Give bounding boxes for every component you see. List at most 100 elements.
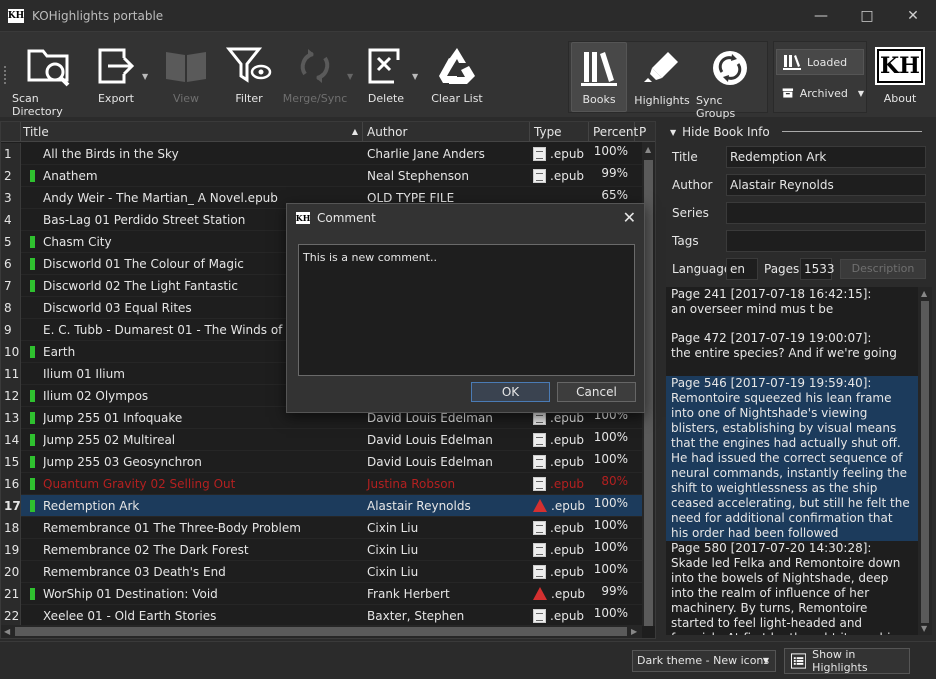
archive-icon — [782, 88, 794, 98]
book-percent-cell: 100% — [593, 429, 628, 444]
book-percent-cell: 100% — [593, 561, 628, 576]
highlights-view-button[interactable]: Highlights — [634, 42, 690, 107]
toolbar-grip-icon[interactable] — [4, 66, 8, 84]
table-row[interactable]: 17 Redemption Ark Alastair Reynolds .epub 10… — [1, 494, 642, 517]
table-row[interactable]: 20 Remembrance 03 Death's End Cixin Liu .ep… — [1, 560, 642, 583]
highlight-text: Remontoire squeezed his lean frame into … — [671, 391, 910, 540]
series-field[interactable] — [726, 202, 926, 224]
row-number: 1 — [1, 142, 21, 165]
pages-field[interactable]: 1533 — [800, 258, 835, 280]
table-row[interactable]: 14 Jump 255 02 Multireal David Louis Edelm… — [1, 428, 642, 451]
bookmark-icon — [29, 235, 35, 248]
author-column-header[interactable]: Author — [363, 122, 530, 142]
info-header-divider — [782, 131, 922, 132]
window-title: KOHighlights portable — [32, 8, 164, 23]
book-title-cell: Jump 255 03 Geosynchron — [43, 454, 202, 469]
row-number: 8 — [1, 296, 21, 319]
sort-ascending-icon: ▲ — [351, 127, 358, 136]
table-row[interactable]: 2 Anathem Neal Stephenson .epub 99% — [1, 164, 642, 187]
language-field[interactable]: en — [726, 258, 758, 280]
highlighter-icon — [644, 52, 678, 82]
highlight-marker — [21, 587, 43, 600]
panel-splitter[interactable] — [660, 121, 662, 639]
row-number: 12 — [1, 384, 21, 407]
merge-sync-button[interactable]: Merge/Sync — [283, 40, 347, 105]
archived-button[interactable]: Archived ▼ — [776, 80, 864, 106]
highlight-marker — [21, 257, 43, 270]
highlight-marker — [21, 455, 43, 468]
table-row[interactable]: 15 Jump 255 03 Geosynchron David Louis Ede… — [1, 450, 642, 473]
highlights-list: Page 241 [2017-07-18 16:42:15]: an overse… — [666, 287, 918, 635]
bookmark-icon — [29, 477, 35, 490]
clear-list-button[interactable]: Clear List — [430, 40, 484, 105]
minimize-button[interactable]: — — [798, 0, 844, 31]
maximize-button[interactable]: □ — [844, 0, 890, 31]
delete-dropdown-icon[interactable]: ▼ — [412, 72, 418, 81]
theme-select[interactable]: Dark theme - New icons ▼ — [632, 650, 776, 672]
warning-icon — [533, 587, 547, 600]
row-number: 20 — [1, 560, 21, 583]
tags-field[interactable] — [726, 230, 926, 252]
book-type-cell: .epub — [529, 454, 588, 469]
table-vertical-scroll-thumb[interactable] — [644, 160, 653, 626]
row-number: 14 — [1, 428, 21, 451]
merge-dropdown-icon[interactable]: ▼ — [347, 72, 353, 81]
percent-column-header[interactable]: Percent — [589, 122, 638, 142]
export-dropdown-icon[interactable]: ▼ — [142, 72, 148, 81]
sync-groups-button[interactable]: Sync Groups — [696, 42, 764, 120]
table-row[interactable]: 22 Xeelee 01 - Old Earth Stories Baxter, S… — [1, 604, 642, 627]
table-row[interactable]: 18 Remembrance 01 The Three-Body Problem C… — [1, 516, 642, 539]
table-row[interactable]: 16 Quantum Gravity 02 Selling Out Justina … — [1, 472, 642, 495]
dialog-close-icon[interactable]: ✕ — [623, 208, 636, 227]
table-row[interactable]: 19 Remembrance 02 The Dark Forest Cixin Li… — [1, 538, 642, 561]
row-number: 22 — [1, 604, 21, 627]
book-author-cell: David Louis Edelman — [367, 454, 493, 469]
table-horizontal-scroll-thumb[interactable] — [15, 627, 627, 636]
cancel-button[interactable]: Cancel — [557, 382, 636, 402]
comment-textarea[interactable]: This is a new comment.. — [298, 244, 635, 376]
book-percent-cell: 99% — [601, 583, 628, 598]
author-field[interactable]: Alastair Reynolds — [726, 174, 926, 196]
list-icon — [791, 653, 807, 669]
book-info-panel: ▼ Hide Book Info Title Redemption Ark Au… — [664, 121, 934, 287]
archived-dropdown-icon[interactable]: ▼ — [858, 89, 864, 98]
highlight-item[interactable]: Page 546 [2017-07-19 19:59:40]: Remontoir… — [666, 376, 918, 541]
author-label: Author — [672, 178, 713, 192]
folder-search-icon — [27, 49, 70, 87]
highlight-item[interactable]: Page 580 [2017-07-20 14:30:28]: Skade led… — [666, 541, 918, 635]
extra-column-header[interactable]: P — [635, 122, 655, 142]
book-type-cell: .epub — [529, 476, 588, 491]
highlights-scroll-thumb[interactable] — [921, 301, 929, 623]
scan-directory-button[interactable]: Scan Directory — [12, 40, 86, 118]
table-row[interactable]: 21 WorShip 01 Destination: Void Frank Herb… — [1, 582, 642, 605]
about-button[interactable]: KH About — [874, 40, 926, 105]
close-window-button[interactable]: ✕ — [890, 0, 936, 31]
export-button[interactable]: Export — [90, 40, 142, 105]
loaded-button[interactable]: Loaded — [776, 49, 864, 75]
highlights-scrollbar[interactable]: ▲ ▼ — [918, 287, 932, 635]
ok-button[interactable]: OK — [471, 382, 550, 402]
delete-button[interactable]: Delete — [362, 40, 410, 105]
book-type-cell: .epub — [529, 432, 588, 447]
filter-button[interactable]: Filter — [222, 40, 276, 105]
view-button[interactable]: View — [160, 40, 212, 105]
book-file-icon — [533, 476, 546, 491]
highlight-item[interactable]: Page 241 [2017-07-18 16:42:15]: an overse… — [666, 287, 918, 331]
books-view-button[interactable]: Books — [571, 42, 627, 112]
title-column-header[interactable]: Title ▲ — [21, 122, 363, 142]
description-button[interactable]: Description — [840, 259, 926, 279]
table-row[interactable]: 1 All the Birds in the Sky Charlie Jane An… — [1, 142, 642, 165]
highlight-item[interactable]: Page 472 [2017-07-19 19:00:07]: the entir… — [666, 331, 918, 376]
show-in-highlights-button[interactable]: Show in Highlights — [784, 648, 910, 674]
highlight-marker — [21, 477, 43, 490]
row-number: 18 — [1, 516, 21, 539]
row-number-header[interactable] — [1, 122, 21, 142]
status-bar: Dark theme - New icons ▼ Show in Highlig… — [0, 641, 936, 679]
title-field[interactable]: Redemption Ark — [726, 146, 926, 168]
hide-book-info-toggle[interactable]: ▼ Hide Book Info — [670, 125, 770, 139]
row-number: 13 — [1, 406, 21, 429]
type-column-header[interactable]: Type — [530, 122, 589, 142]
table-horizontal-scrollbar[interactable]: ◀ ▶ — [1, 625, 642, 638]
bookmark-icon — [29, 455, 35, 468]
row-number: 2 — [1, 164, 21, 187]
